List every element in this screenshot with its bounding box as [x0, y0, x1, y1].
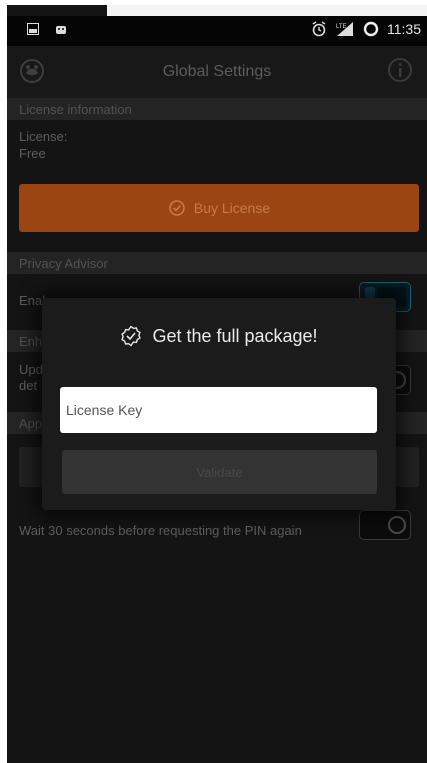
license-label: License: — [19, 129, 68, 144]
app-bar: Global Settings — [7, 46, 427, 98]
section-header-license: License information — [7, 98, 427, 120]
update-label-line2: det — [19, 378, 38, 393]
info-icon[interactable] — [387, 57, 413, 83]
sync-icon — [363, 21, 379, 37]
check-badge-icon — [121, 325, 142, 347]
license-key-input[interactable] — [60, 387, 377, 433]
status-bar: LTE 11:35 — [7, 16, 427, 46]
android-icon — [56, 26, 66, 34]
toggle-knob — [388, 516, 406, 534]
picture-icon — [27, 23, 39, 35]
pin-wait-toggle[interactable] — [359, 510, 411, 540]
license-dialog: Get the full package! Validate — [42, 298, 396, 510]
dialog-title: Get the full package! — [152, 325, 318, 346]
screen: LTE 11:35 Global Settings License inform… — [7, 5, 427, 763]
page-title: Global Settings — [162, 63, 272, 80]
pin-wait-label: Wait 30 seconds before requesting the PI… — [19, 523, 302, 538]
status-time: 11:35 — [387, 21, 421, 37]
buy-license-icon — [169, 200, 185, 216]
dialog-header: Get the full package! — [42, 320, 396, 352]
phone-frame: LTE 11:35 Global Settings License inform… — [0, 0, 427, 763]
update-label-line1: Upd — [19, 362, 43, 377]
section-header-privacy: Privacy Advisor — [7, 252, 427, 274]
signal-icon: LTE — [336, 22, 353, 36]
license-value: Free — [19, 146, 46, 161]
status-right: LTE 11:35 — [311, 21, 421, 37]
buy-license-button[interactable]: Buy License — [19, 184, 419, 232]
buy-license-label: Buy License — [193, 200, 271, 216]
top-edge — [107, 5, 427, 16]
validate-button[interactable]: Validate — [62, 450, 377, 494]
validate-label: Validate — [196, 464, 243, 480]
alarm-icon — [312, 21, 326, 37]
svg-text:LTE: LTE — [336, 24, 347, 30]
status-left — [27, 23, 67, 35]
